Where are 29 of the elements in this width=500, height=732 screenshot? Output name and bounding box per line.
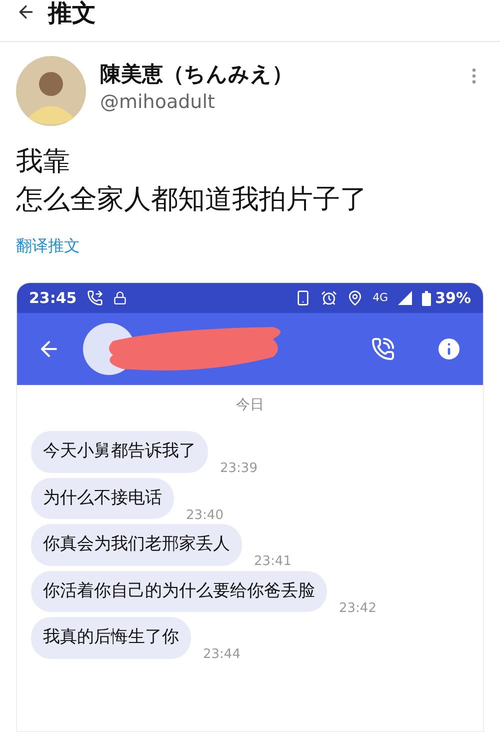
location-icon bbox=[346, 290, 363, 306]
tweet-text: 我靠 bbox=[16, 145, 71, 179]
message-time: 23:39 bbox=[220, 460, 258, 478]
call-forward-icon bbox=[86, 290, 103, 306]
tweet-text: 怎么全家人都知道我拍片子了 bbox=[16, 183, 368, 217]
avatar bbox=[16, 56, 86, 126]
message-bubble: 为什么不接电话 bbox=[31, 478, 174, 519]
message-bubble: 你真会为我们老邢家丢人 bbox=[31, 524, 242, 566]
message-time: 23:40 bbox=[186, 506, 224, 524]
message-time: 23:42 bbox=[339, 600, 376, 618]
signal-icon bbox=[398, 291, 412, 305]
author-handle: @mihoadult bbox=[100, 90, 216, 115]
lock-icon bbox=[112, 291, 127, 305]
message-bubble: 今天小舅都告诉我了 bbox=[31, 431, 208, 472]
message-time: 23:44 bbox=[203, 646, 240, 664]
alarm-icon bbox=[320, 290, 337, 306]
date-label: 今日 bbox=[236, 396, 264, 415]
phone-icon bbox=[294, 290, 311, 306]
translate-link[interactable]: 翻译推文 bbox=[16, 234, 80, 258]
message-time: 23:41 bbox=[254, 553, 292, 571]
battery-level: 39% bbox=[435, 288, 471, 309]
status-time: 23:45 bbox=[29, 288, 77, 309]
call-icon[interactable] bbox=[371, 337, 395, 361]
network-label: 4G bbox=[372, 290, 388, 306]
author-name: 陳美恵（ちんみえ） bbox=[100, 61, 294, 88]
message-bubble: 你活着你自己的为什么要给你爸丢脸 bbox=[31, 570, 327, 612]
battery-icon bbox=[422, 290, 432, 306]
message-bubble: 我真的后悔生了你 bbox=[31, 617, 191, 658]
page-title: 推文 bbox=[48, 0, 96, 26]
